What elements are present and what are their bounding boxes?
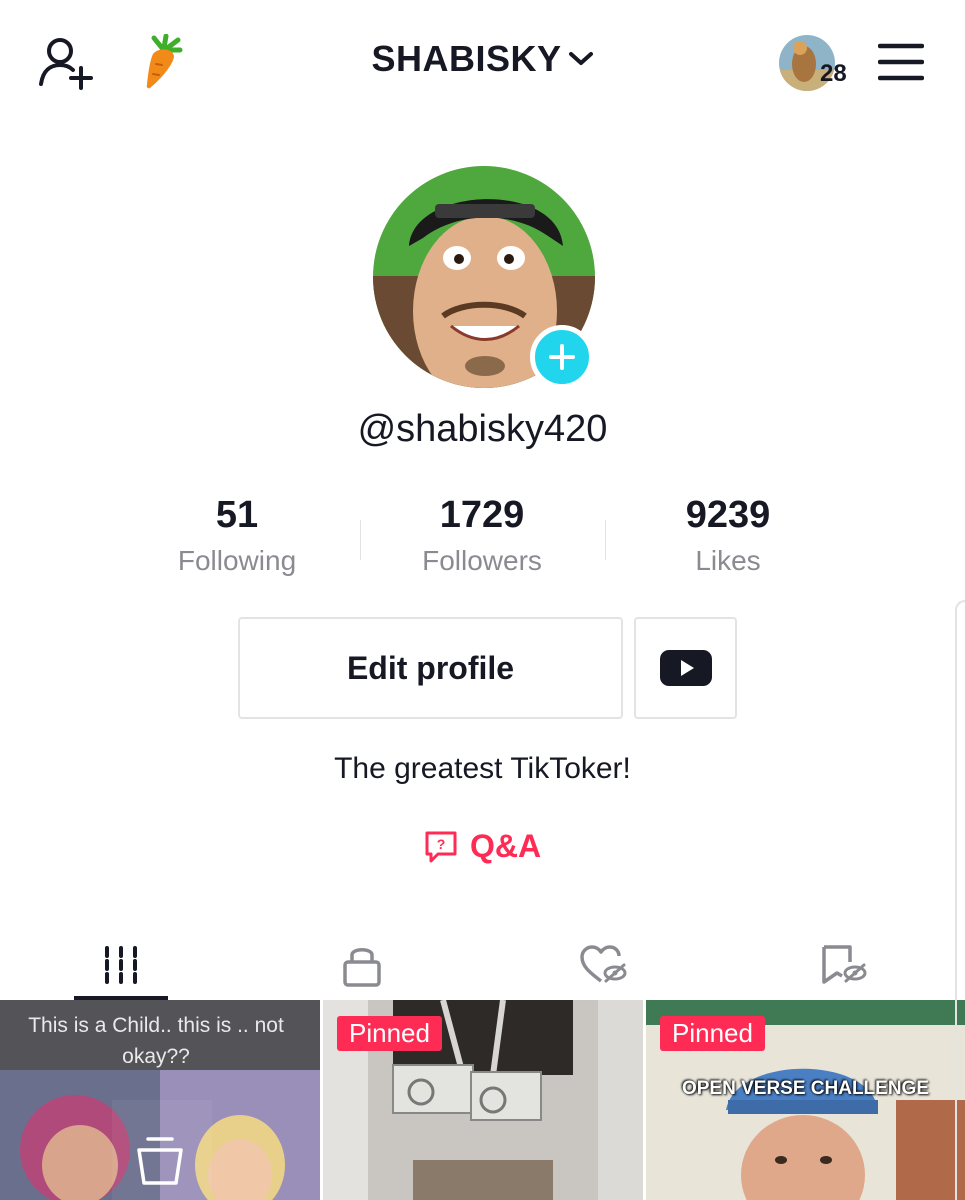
video-tile[interactable]: This is a Child.. this is .. not okay?? [0, 1000, 320, 1200]
stat-followers[interactable]: 1729 Followers [362, 494, 602, 577]
stat-likes[interactable]: 9239 Likes [608, 494, 848, 577]
lock-icon [342, 948, 381, 987]
tab-bookmarks[interactable] [723, 930, 964, 1000]
likes-count: 9239 [685, 494, 771, 536]
following-count: 51 [215, 494, 259, 536]
notification-count: 28 [820, 60, 847, 87]
likes-label: Likes [695, 545, 761, 576]
notification-avatar-button[interactable]: 28 [778, 34, 860, 92]
grid-icon [104, 946, 137, 984]
stat-divider [605, 520, 606, 560]
bookmark-hidden-icon [821, 945, 866, 984]
hamburger-menu-icon [877, 43, 925, 81]
following-label: Following [177, 545, 297, 576]
liked-hidden-icon [579, 945, 626, 983]
followers-count: 1729 [439, 494, 525, 536]
menu-button[interactable] [877, 42, 925, 82]
username: @shabisky420 [357, 408, 608, 450]
tab-private[interactable] [241, 930, 482, 1000]
question-bubble-icon: ? [425, 831, 457, 862]
video-tile[interactable]: Pinned OPEN VERSE CHALLENGE [646, 1000, 965, 1200]
profile-bio: The greatest TikToker! [334, 752, 631, 785]
pinned-badge: Pinned [337, 1016, 442, 1051]
youtube-icon [659, 650, 712, 686]
tab-videos[interactable] [0, 930, 241, 1000]
edit-profile-button[interactable]: Edit profile [238, 617, 623, 719]
followers-label: Followers [422, 545, 542, 576]
top-bar: SHABISKY 28 [0, 0, 965, 120]
add-avatar-button[interactable] [530, 325, 594, 389]
chevron-down-icon [568, 52, 593, 65]
pinned-badge: Pinned [660, 1016, 765, 1051]
youtube-button[interactable] [634, 617, 737, 719]
stat-following[interactable]: 51 Following [117, 494, 357, 577]
qa-link[interactable]: ? Q&A [0, 828, 965, 865]
video-tile[interactable]: Pinned [323, 1000, 643, 1200]
scrollbar[interactable] [955, 600, 965, 1200]
page-title: SHABISKY [371, 38, 562, 79]
video-caption: This is a Child.. this is .. not okay?? [28, 1014, 284, 1068]
tab-liked[interactable] [482, 930, 723, 1000]
video-caption: OPEN VERSE CHALLENGE [681, 1078, 930, 1099]
stat-divider [360, 520, 361, 560]
svg-text:?: ? [437, 836, 446, 852]
plus-icon [549, 344, 575, 370]
qa-label: Q&A [469, 828, 542, 864]
trash-icon [137, 1137, 183, 1185]
